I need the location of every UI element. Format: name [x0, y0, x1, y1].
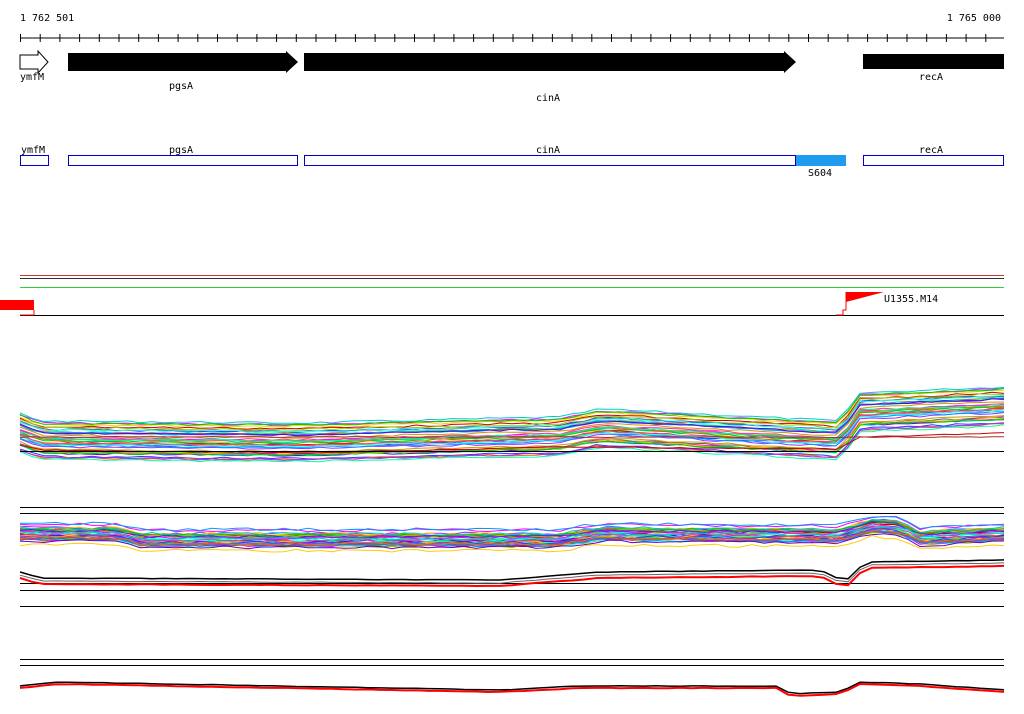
expression-track-2[interactable] [19, 515, 1005, 553]
gene-pgsA[interactable]: pgsA [68, 51, 298, 92]
genome-browser-view[interactable]: ymfM pgsA cinA recA ymfM pgsA cinA S604 … [0, 0, 1024, 714]
transcript-ymfM[interactable]: ymfM [20, 145, 49, 166]
transcript-label-ymfM: ymfM [21, 145, 45, 156]
expression-track-1[interactable] [19, 386, 1005, 463]
transcript-label-pgsA: pgsA [169, 145, 193, 156]
upshift-U1355-M14[interactable]: U1355.M14 [836, 292, 938, 316]
gene-recA[interactable]: recA [863, 54, 1004, 83]
gene-label-ymfM: ymfM [20, 72, 44, 83]
segment-label-S604: S604 [808, 168, 832, 179]
gene-label-pgsA: pgsA [169, 81, 193, 92]
upshift-label: U1355.M14 [884, 294, 938, 305]
gene-ymfM[interactable]: ymfM [19, 49, 49, 83]
breakpoint-track: U1355.M14 [0, 275, 1004, 316]
transcript-cinA[interactable]: cinA [304, 145, 796, 166]
gene-label-cinA: cinA [536, 93, 560, 104]
gene-cinA[interactable]: cinA [304, 51, 796, 104]
gene-label-recA: recA [919, 72, 943, 83]
coordinate-ruler[interactable] [20, 34, 1004, 42]
left-edge-marker[interactable] [0, 300, 34, 310]
expression-tracks [19, 386, 1005, 697]
transcript-label-cinA: cinA [536, 145, 560, 156]
gene-track: ymfM pgsA cinA recA [19, 49, 1004, 104]
segment-S604[interactable]: S604 [796, 155, 846, 179]
expression-track-4[interactable] [19, 681, 1005, 697]
transcript-pgsA[interactable]: pgsA [68, 145, 298, 166]
transcript-label-recA: recA [919, 145, 943, 156]
transcript-recA[interactable]: recA [863, 145, 1004, 166]
transcript-track: ymfM pgsA cinA S604 recA [20, 145, 1004, 179]
